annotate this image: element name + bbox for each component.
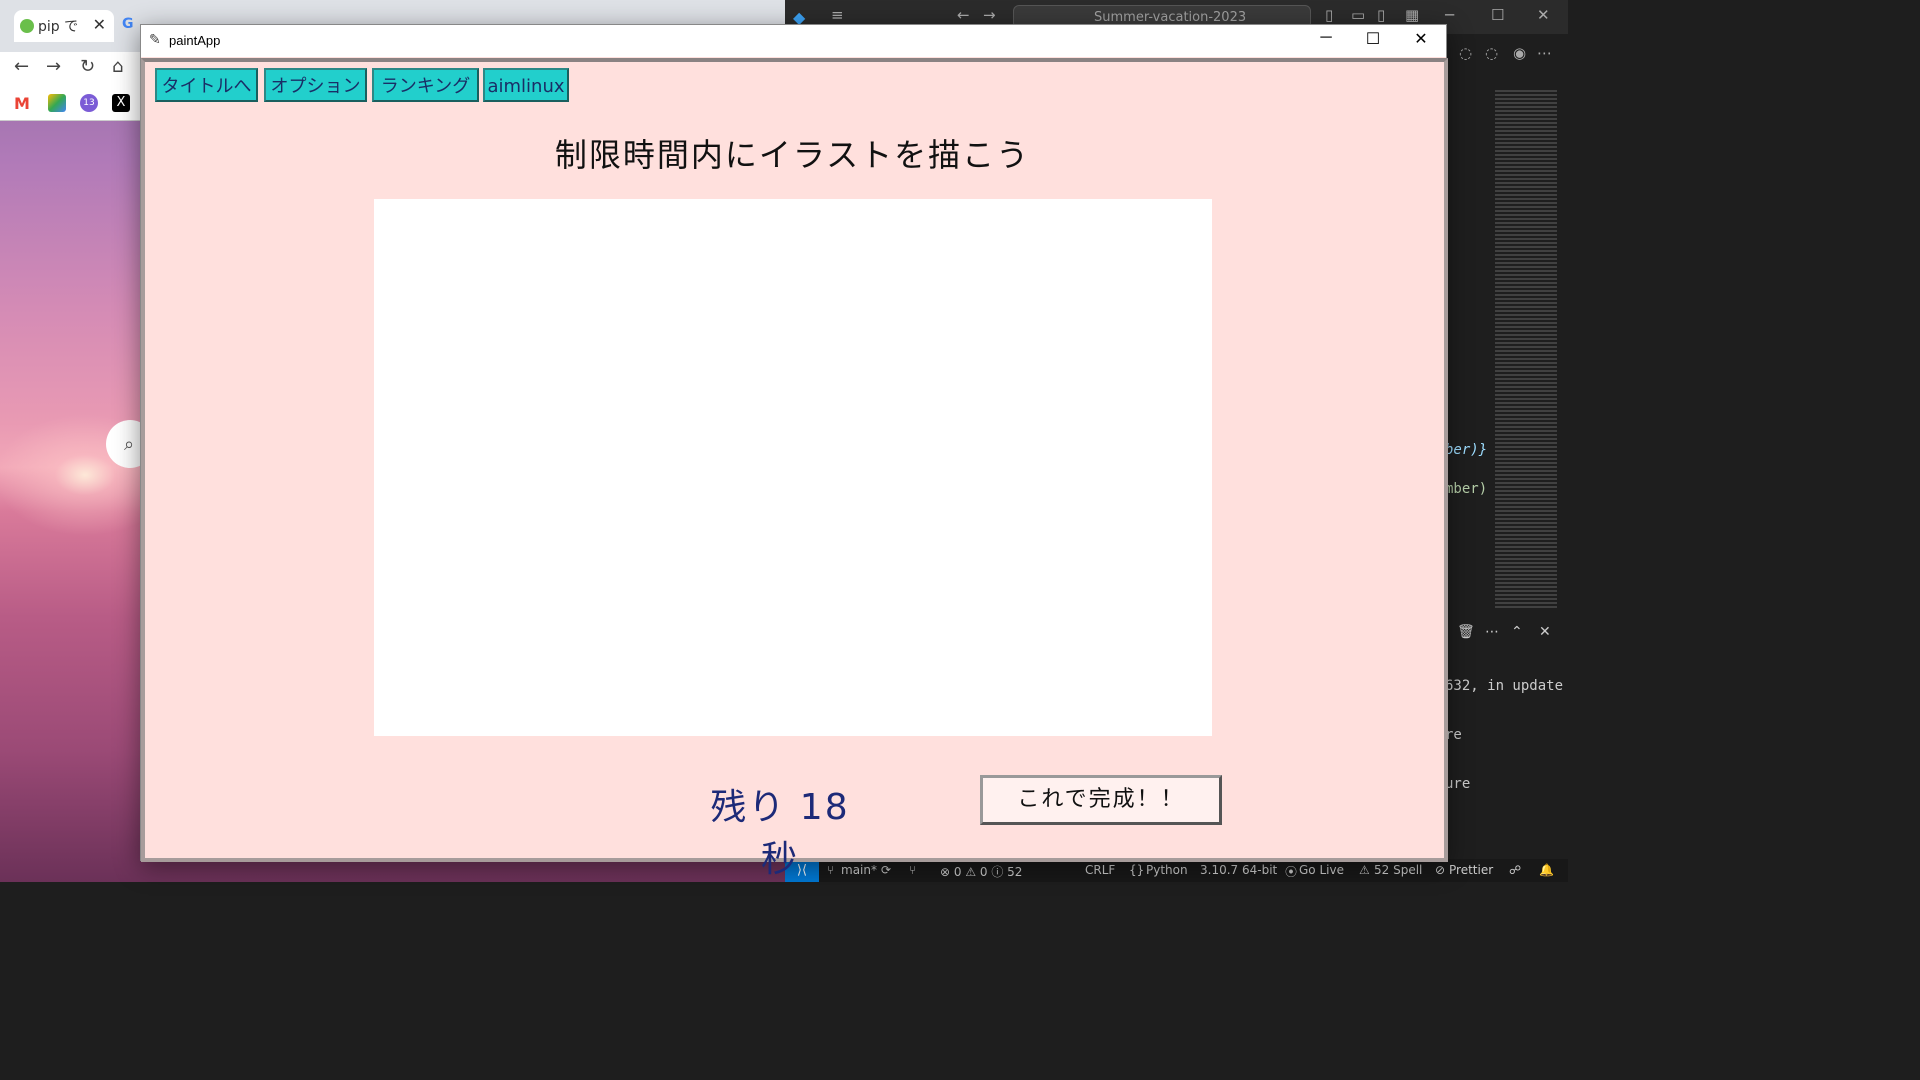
title-button[interactable]: タイトルへ [155, 68, 258, 102]
layout-icon[interactable]: ▯ [1325, 6, 1333, 24]
paintapp-window: ✎ paintApp ─ ☐ ✕ タイトルへ オプション ランキング aimli… [140, 24, 1448, 880]
page-title: 制限時間内にイラストを描こう [554, 136, 1031, 174]
minimize-icon[interactable]: ─ [1445, 6, 1454, 24]
window-title: paintApp [169, 33, 221, 48]
reload-icon[interactable]: ↻ [80, 56, 95, 77]
drive-icon[interactable] [48, 94, 66, 112]
code-fragment: mber) [1445, 481, 1488, 497]
terminal-line: 632, in update [1445, 678, 1564, 694]
close-tab-icon[interactable]: ✕ [93, 15, 106, 34]
compare-icon[interactable]: ◌ [1485, 44, 1498, 62]
prettier-icon: ⊘ [1435, 863, 1446, 877]
google-icon: G [122, 16, 134, 32]
minimize-icon[interactable]: ─ [1303, 29, 1349, 47]
python-version-status[interactable]: 3.10.7 64-bit [1200, 863, 1277, 877]
prettier-status[interactable]: Prettier [1449, 863, 1493, 877]
maximize-icon[interactable]: ☐ [1350, 29, 1396, 49]
bell-icon[interactable]: 🔔 [1539, 863, 1554, 877]
paintapp-titlebar: ✎ paintApp ─ ☐ ✕ [141, 25, 1446, 57]
sync-icon[interactable]: ⟳ [881, 863, 891, 877]
forward-icon[interactable]: → [46, 56, 61, 77]
aimlinux-button[interactable]: aimlinux [483, 68, 569, 102]
run-icon[interactable]: ◉ [1513, 44, 1526, 62]
git-graph-icon[interactable]: ⑂ [909, 863, 916, 877]
forward-icon[interactable]: → [983, 6, 996, 24]
go-live-status[interactable]: Go Live [1299, 863, 1344, 877]
code-fragment: ber)} [1445, 442, 1488, 458]
menu-icon[interactable]: ≡ [831, 6, 844, 24]
options-button[interactable]: オプション [264, 68, 367, 102]
panel-icon[interactable]: ▭ [1351, 6, 1365, 24]
more-icon[interactable]: ⋯ [1485, 624, 1499, 640]
tab-favicon-icon [20, 19, 34, 33]
customize-layout-icon[interactable]: ▦ [1405, 6, 1419, 24]
maximize-icon[interactable]: ☐ [1491, 6, 1504, 24]
braces-icon: {} [1129, 863, 1145, 877]
trash-icon[interactable]: 🗑 [1457, 624, 1475, 640]
minimap[interactable] [1495, 90, 1557, 610]
spell-status[interactable]: 52 Spell [1374, 863, 1422, 877]
close-panel-icon[interactable]: ✕ [1539, 624, 1551, 640]
vscode-statusbar: ⟩⟨ ⑂ main* ⟳ ⑂ ⊗ 0 ⚠ 0 ⓘ 52 CRLF {} Pyth… [785, 859, 1568, 882]
feather-icon: ✎ [149, 31, 161, 47]
language-status[interactable]: Python [1146, 863, 1188, 877]
problems-status[interactable]: ⊗ 0 ⚠ 0 ⓘ 52 [940, 863, 1022, 880]
app-content: タイトルへ オプション ランキング aimlinux 制限時間内にイラストを描こ… [141, 58, 1448, 880]
sidebar-icon[interactable]: ▯ [1377, 6, 1385, 24]
close-icon[interactable]: ✕ [1537, 6, 1550, 24]
home-icon[interactable]: ⌂ [112, 56, 123, 77]
back-icon[interactable]: ← [14, 56, 29, 77]
bookmark-badge-icon[interactable]: 13 [80, 94, 98, 112]
ranking-button[interactable]: ランキング [372, 68, 479, 102]
gmail-icon[interactable]: M [14, 94, 32, 113]
terminal-line: ure [1445, 776, 1471, 792]
close-icon[interactable]: ✕ [1398, 29, 1444, 49]
chevron-up-icon[interactable]: ⌃ [1511, 624, 1523, 640]
back-icon[interactable]: ← [957, 6, 970, 24]
browser-tab[interactable]: pip で ✕ [14, 10, 114, 42]
countdown-timer: 残り 18 秒 [710, 787, 850, 880]
drawing-canvas[interactable] [374, 199, 1212, 736]
more-actions-icon[interactable]: ⋯ [1537, 44, 1552, 62]
panel-actions: 🗑 ⋯ ⌃ ✕ [1445, 624, 1568, 648]
x-icon[interactable]: X [112, 94, 130, 112]
accounts-icon[interactable]: ☍ [1509, 863, 1521, 877]
browser-tab-label: pip で [38, 19, 79, 35]
broadcast-icon: ⦿ [1285, 865, 1298, 879]
source-control-icon[interactable]: ◌ [1459, 44, 1472, 62]
finish-button[interactable]: これで完成！！ [980, 775, 1222, 825]
eol-status[interactable]: CRLF [1085, 863, 1115, 877]
warning-icon: ⚠ [1359, 863, 1370, 877]
